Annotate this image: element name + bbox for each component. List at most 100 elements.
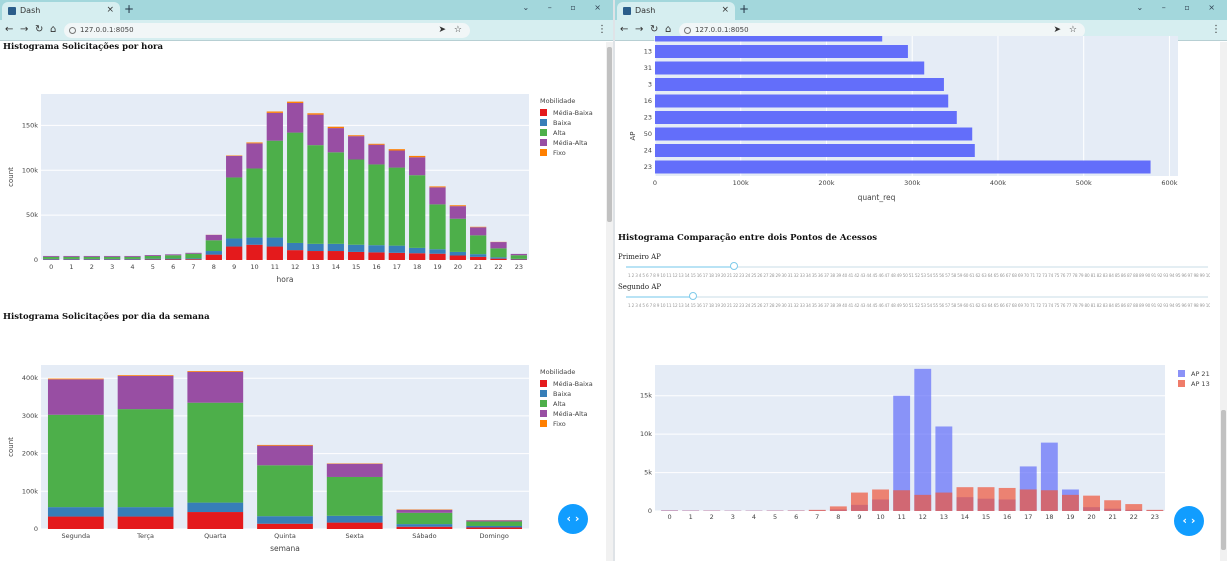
bar-segment bbox=[396, 524, 453, 527]
dash-favicon-icon bbox=[8, 7, 16, 15]
x-tick-label: 23 bbox=[515, 263, 523, 271]
y-tick-label: 24 bbox=[644, 147, 652, 155]
x-tick-label: 9 bbox=[232, 263, 236, 271]
scrollbar[interactable] bbox=[1220, 42, 1227, 561]
y-tick-label: 100k bbox=[22, 487, 38, 495]
legend-item[interactable]: Alta bbox=[540, 128, 593, 138]
slider1-ticks: 1 2 3 4 5 6 7 8 9 10 11 12 13 14 15 16 1… bbox=[628, 273, 1210, 278]
chart-semana[interactable]: 0 100k 200k 300k 400k Segunda Terça Quarta Quint… bbox=[0, 360, 540, 554]
bar-segment bbox=[43, 255, 60, 257]
x-tick-label: 200k bbox=[818, 179, 834, 187]
slider-primeiro-ap[interactable] bbox=[626, 262, 1208, 271]
bar-segment bbox=[266, 246, 283, 260]
debug-menu-button[interactable]: ‹ › bbox=[1174, 506, 1204, 536]
legend-item[interactable]: Baixa bbox=[540, 389, 593, 399]
back-icon[interactable]: ← bbox=[5, 24, 13, 35]
legend-item[interactable]: Baixa bbox=[540, 118, 593, 128]
window-controls[interactable]: ⌄ – ▫ × bbox=[1137, 3, 1223, 12]
bar-segment bbox=[144, 258, 161, 260]
y-axis-title: count bbox=[7, 167, 15, 187]
bar-segment bbox=[47, 507, 104, 517]
x-tick-label: 16 bbox=[1003, 513, 1011, 521]
legend-swatch bbox=[540, 139, 547, 146]
x-tick-label: 18 bbox=[413, 263, 421, 271]
new-tab-icon[interactable]: + bbox=[739, 2, 749, 16]
tab-dash[interactable]: Dash × bbox=[2, 2, 120, 20]
browser-menu-icon[interactable]: ⋮ bbox=[597, 24, 607, 35]
bar bbox=[655, 111, 957, 124]
scroll-thumb[interactable] bbox=[1221, 410, 1226, 550]
x-tick-label: 8 bbox=[212, 263, 216, 271]
bar-segment bbox=[307, 113, 324, 115]
scrollbar[interactable] bbox=[606, 42, 613, 561]
scroll-thumb[interactable] bbox=[607, 47, 612, 222]
site-info-icon[interactable] bbox=[684, 27, 691, 34]
bookmark-star-icon[interactable]: ☆ bbox=[454, 23, 462, 38]
y-tick-label: 200k bbox=[22, 450, 38, 458]
legend-label: Média-Alta bbox=[553, 139, 588, 147]
legend-item[interactable]: Média-Baixa bbox=[540, 379, 593, 389]
x-tick-label: 4 bbox=[130, 263, 134, 271]
site-info-icon[interactable] bbox=[69, 27, 76, 34]
debug-menu-button[interactable]: ‹ › bbox=[558, 504, 588, 534]
chart-hora[interactable]: 0 50k 100k 150k 0 1 2 3 4 5 6 7 8 9 10 11 12 13 14 15 16 17 18… bbox=[0, 89, 540, 284]
legend-item[interactable]: Média-Baixa bbox=[540, 108, 593, 118]
x-tick-label: 17 bbox=[1024, 513, 1032, 521]
back-icon[interactable]: ← bbox=[620, 24, 628, 35]
slider-fill bbox=[626, 296, 693, 298]
legend-item[interactable]: AP 13 bbox=[1178, 379, 1210, 389]
legend-item[interactable]: Fixo bbox=[540, 148, 593, 158]
y-tick-label: 300k bbox=[22, 412, 38, 420]
send-icon[interactable]: ➤ bbox=[438, 23, 446, 38]
bar-segment bbox=[257, 523, 313, 529]
bar-segment bbox=[307, 114, 324, 146]
slider-handle[interactable] bbox=[730, 262, 738, 270]
slider-handle[interactable] bbox=[689, 292, 697, 300]
x-tick-label: Quarta bbox=[204, 532, 226, 540]
bar-segment bbox=[287, 242, 304, 251]
tab-close-icon[interactable]: × bbox=[106, 5, 114, 15]
home-icon[interactable]: ⌂ bbox=[50, 24, 56, 35]
bar-segment bbox=[43, 256, 60, 259]
chart-ap-compare[interactable]: 0 5k 10k 15k 0 1 2 3 4 5 6 7 8 9 10 11 12 13 14 15 16 17 18 19 2… bbox=[615, 360, 1175, 522]
bar bbox=[956, 487, 974, 511]
legend-item[interactable]: Fixo bbox=[540, 419, 593, 429]
forward-icon[interactable]: → bbox=[635, 24, 643, 35]
x-tick-label: 5 bbox=[151, 263, 155, 271]
bar-segment bbox=[510, 258, 527, 260]
bar-segment bbox=[104, 256, 121, 259]
bar-segment bbox=[63, 256, 80, 259]
reload-icon[interactable]: ↻ bbox=[650, 24, 658, 35]
y-tick-label: 0 bbox=[34, 525, 38, 533]
bar-segment bbox=[257, 444, 313, 446]
browser-window-left: Dash × + ⌄ – ▫ × ← → ↻ ⌂ 127.0.0.1:8050 … bbox=[0, 0, 613, 561]
url-field[interactable]: 127.0.0.1:8050 ➤ ☆ bbox=[64, 23, 470, 38]
url-text: 127.0.0.1:8050 bbox=[80, 26, 134, 34]
slider-segundo-ap[interactable] bbox=[626, 292, 1208, 301]
heading-comparacao: Histograma Comparação entre dois Pontos … bbox=[618, 233, 878, 243]
legend-item[interactable]: Média-Alta bbox=[540, 409, 593, 419]
chart-ap-quant[interactable]: 0 100k 200k 300k 400k 500k 600k 23 24 50 23 16 3 31 13… bbox=[615, 28, 1195, 206]
legend-item[interactable]: Média-Alta bbox=[540, 138, 593, 148]
forward-icon[interactable]: → bbox=[20, 24, 28, 35]
home-icon[interactable]: ⌂ bbox=[665, 24, 671, 35]
tab-strip: Dash × + ⌄ – ▫ × bbox=[0, 0, 613, 20]
bar-segment bbox=[47, 414, 104, 508]
bar bbox=[655, 127, 973, 141]
new-tab-icon[interactable]: + bbox=[124, 2, 134, 16]
x-tick-label: 11 bbox=[898, 513, 906, 521]
tab-close-icon[interactable]: × bbox=[721, 5, 729, 15]
y-tick-label: 23 bbox=[644, 114, 652, 122]
bar-segment bbox=[226, 155, 243, 178]
reload-icon[interactable]: ↻ bbox=[35, 24, 43, 35]
x-tick-label: 0 bbox=[653, 179, 657, 187]
window-controls[interactable]: ⌄ – ▫ × bbox=[523, 3, 609, 12]
bar-segment bbox=[117, 516, 174, 529]
bar-segment bbox=[43, 258, 60, 260]
tab-dash[interactable]: Dash × bbox=[617, 2, 735, 20]
legend-item[interactable]: Alta bbox=[540, 399, 593, 409]
browser-menu-icon[interactable]: ⋮ bbox=[1211, 24, 1221, 35]
heading-semana: Histograma Solicitações por dia da seman… bbox=[3, 312, 210, 322]
legend-item[interactable]: AP 21 bbox=[1178, 369, 1210, 379]
bar-segment bbox=[409, 175, 426, 248]
